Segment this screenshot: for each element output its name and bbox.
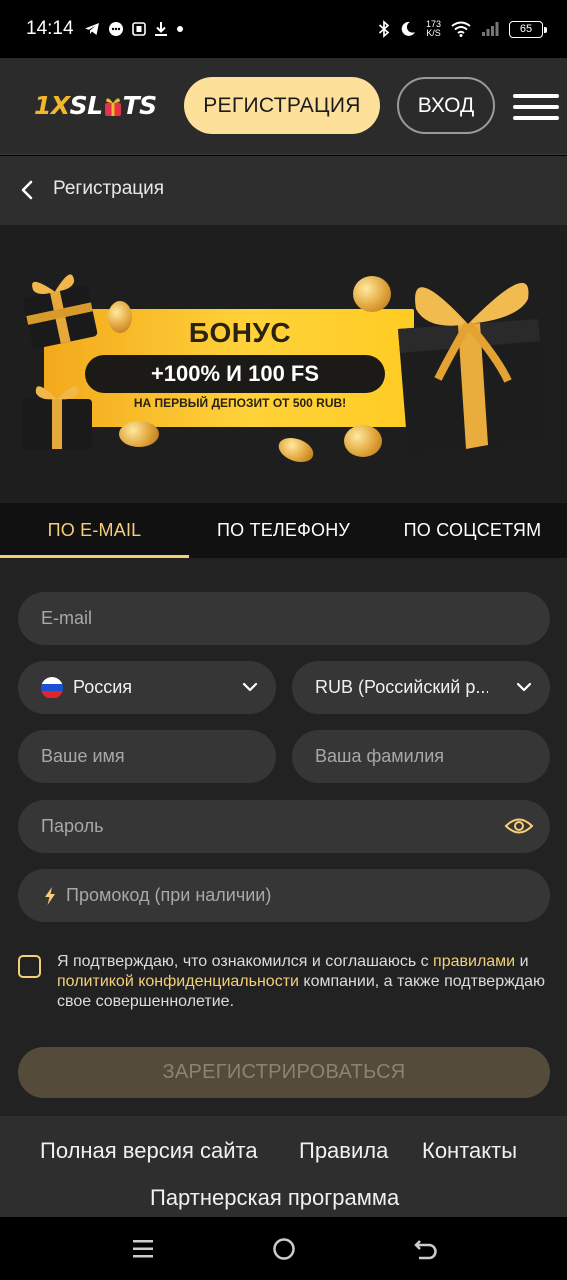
gift-logo-icon — [104, 98, 121, 116]
dot-icon — [176, 26, 183, 32]
login-button[interactable]: ВХОД — [397, 77, 495, 134]
bonus-offer: +100% И 100 FS — [85, 355, 385, 393]
promo-code-placeholder: Промокод (при наличии) — [66, 885, 272, 905]
eye-icon[interactable] — [504, 815, 534, 837]
network-speed-unit: K/S — [426, 28, 441, 38]
country-select[interactable]: Россия — [18, 661, 276, 714]
recent-apps-icon[interactable] — [130, 1236, 156, 1262]
chat-bubble-icon — [108, 22, 123, 36]
site-header: 1XSL TS РЕГИСТРАЦИЯ ВХОД — [0, 58, 567, 155]
lightning-icon — [45, 886, 55, 905]
country-value: Россия — [73, 677, 133, 697]
battery-icon: 65 — [509, 20, 547, 38]
register-button[interactable]: РЕГИСТРАЦИЯ — [184, 77, 380, 134]
first-name-field[interactable]: Ваше имя — [18, 730, 276, 783]
logo-text-ts: TS — [122, 91, 158, 120]
breadcrumb: Регистрация — [0, 156, 567, 225]
terms-text-part2: и — [515, 953, 529, 970]
gift-box-icon — [22, 386, 92, 449]
system-nav-bar — [0, 1217, 567, 1280]
full-site-link[interactable]: Полная версия сайта — [40, 1138, 258, 1164]
registration-tabs: ПО E-MAIL ПО ТЕЛЕФОНУ ПО СОЦСЕТЯМ — [0, 503, 567, 558]
coin-decoration — [353, 276, 391, 312]
logo-text-1x: 1X — [34, 91, 70, 120]
bonus-banner[interactable]: БОНУС +100% И 100 FS НА ПЕРВЫЙ ДЕПОЗИТ О… — [0, 225, 567, 503]
rules-footer-link[interactable]: Правила — [299, 1138, 388, 1164]
terms-checkbox[interactable] — [18, 955, 41, 978]
gift-box-icon — [398, 282, 546, 453]
submit-registration-button[interactable]: ЗАРЕГИСТРИРОВАТЬСЯ — [18, 1047, 550, 1098]
menu-icon[interactable] — [513, 94, 559, 120]
last-name-placeholder: Ваша фамилия — [315, 746, 445, 766]
moon-icon — [401, 21, 415, 36]
footer: Полная версия сайта Правила Контакты Пар… — [0, 1116, 567, 1217]
network-speed: 173 K/S — [426, 20, 441, 38]
partner-program-link[interactable]: Партнерская программа — [150, 1185, 399, 1211]
page-title: Регистрация — [53, 178, 165, 199]
currency-value: RUB (Российский р... — [315, 677, 488, 697]
email-placeholder: E-mail — [41, 608, 93, 628]
privacy-policy-link[interactable]: политикой конфиденциальности — [57, 973, 299, 990]
tab-phone[interactable]: ПО ТЕЛЕФОНУ — [189, 503, 378, 558]
logo-text-sl: SL — [69, 91, 103, 120]
first-name-placeholder: Ваше имя — [41, 746, 125, 766]
telegram-icon — [84, 23, 99, 35]
tab-social[interactable]: ПО СОЦСЕТЯМ — [378, 503, 567, 558]
terms-text-part1: Я подтверждаю, что ознакомился и соглаша… — [57, 953, 434, 970]
contacts-link[interactable]: Контакты — [422, 1138, 517, 1164]
currency-select[interactable]: RUB (Российский р... — [292, 661, 550, 714]
rules-link[interactable]: правилами — [433, 953, 515, 970]
promo-code-field[interactable]: Промокод (при наличии) — [18, 869, 550, 922]
home-icon[interactable] — [271, 1236, 297, 1262]
russia-flag-icon — [41, 676, 63, 699]
password-field[interactable]: Пароль — [18, 800, 550, 853]
back-arrow-icon[interactable] — [18, 179, 38, 201]
last-name-field[interactable]: Ваша фамилия — [292, 730, 550, 783]
tab-email[interactable]: ПО E-MAIL — [0, 503, 189, 558]
email-field[interactable]: E-mail — [18, 592, 550, 645]
signal-icon — [482, 22, 499, 36]
bonus-title: БОНУС — [188, 317, 292, 348]
terms-text: Я подтверждаю, что ознакомился и соглаша… — [57, 952, 552, 1012]
coin-decoration — [119, 421, 159, 447]
chevron-down-icon — [516, 682, 532, 692]
coin-decoration — [275, 433, 317, 467]
site-logo[interactable]: 1XSL TS — [34, 91, 157, 120]
coin-decoration — [344, 425, 382, 457]
app-notification-icon — [131, 22, 146, 36]
wifi-icon — [451, 21, 471, 37]
bluetooth-icon — [378, 20, 390, 38]
download-icon — [154, 22, 167, 36]
registration-form: E-mail Россия RUB (Российский р... Ваше … — [0, 558, 567, 1116]
bonus-subtitle: НА ПЕРВЫЙ ДЕПОЗИТ ОТ 500 RUB! — [133, 396, 347, 410]
password-placeholder: Пароль — [41, 816, 104, 836]
back-icon[interactable] — [413, 1236, 439, 1262]
chevron-down-icon — [242, 682, 258, 692]
status-bar: 14:14 173 K/S 65 — [0, 0, 567, 58]
status-time: 14:14 — [26, 18, 74, 39]
